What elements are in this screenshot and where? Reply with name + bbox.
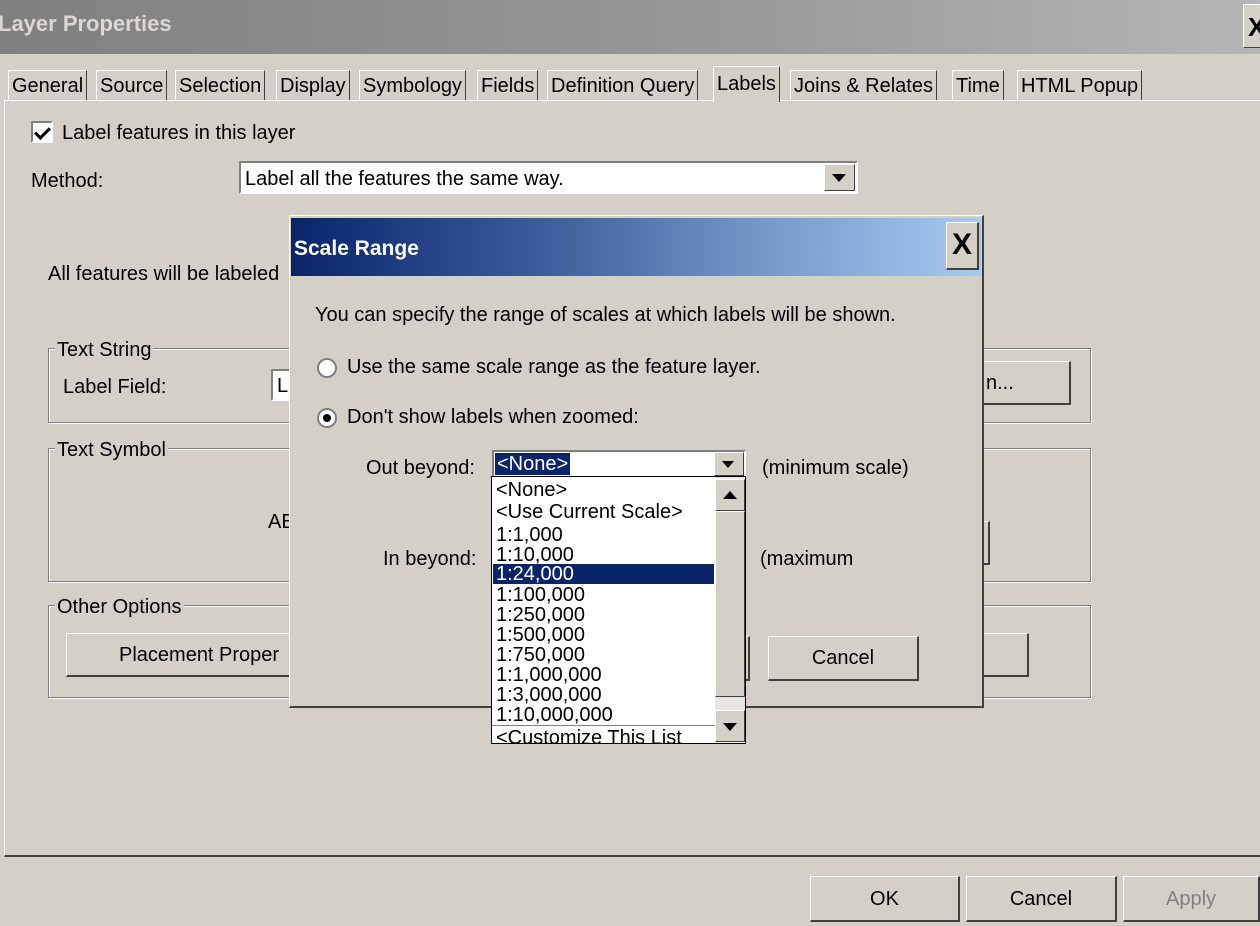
tab-source[interactable]: Source xyxy=(96,70,168,100)
same-scale-radio[interactable] xyxy=(317,358,337,378)
list-scrollbar[interactable] xyxy=(715,477,745,742)
list-item[interactable]: <None> xyxy=(496,480,567,500)
tab-joins-relates[interactable]: Joins & Relates xyxy=(790,70,937,100)
window-title: Layer Properties xyxy=(0,11,172,36)
label-features-label: Label features in this layer xyxy=(62,122,296,144)
tab-time[interactable]: Time xyxy=(952,70,1004,100)
all-features-text: All features will be labeled xyxy=(48,263,280,285)
list-item-selected[interactable]: 1:24,000 xyxy=(493,564,714,584)
tab-symbology[interactable]: Symbology xyxy=(359,70,466,100)
tab-labels[interactable]: Labels xyxy=(713,66,780,102)
chevron-down-icon xyxy=(723,723,737,731)
custom-scale-radio[interactable] xyxy=(317,408,337,428)
minimum-scale-label: (minimum scale) xyxy=(762,457,909,479)
list-item[interactable]: 1:500,000 xyxy=(496,625,585,645)
label-features-checkbox[interactable] xyxy=(31,121,53,143)
label-field-label: Label Field: xyxy=(63,376,167,398)
ok-button[interactable]: OK xyxy=(810,876,960,922)
custom-scale-label: Don't show labels when zoomed: xyxy=(347,406,639,428)
list-item[interactable]: 1:10,000,000 xyxy=(496,705,613,725)
tab-selection[interactable]: Selection xyxy=(175,70,266,100)
tab-general[interactable]: General xyxy=(8,70,88,100)
scroll-down-button[interactable] xyxy=(715,710,745,742)
method-dropdown-button[interactable] xyxy=(824,164,855,191)
apply-button[interactable]: Apply xyxy=(1123,876,1260,922)
chevron-down-icon xyxy=(722,461,734,468)
list-item[interactable]: 1:1,000,000 xyxy=(496,665,602,685)
method-select[interactable]: Label all the features the same way. xyxy=(239,161,858,194)
dialog-title-bar: Scale Range xyxy=(291,218,981,276)
dialog-cancel-button[interactable]: Cancel xyxy=(768,636,919,681)
text-string-group-label: Text String xyxy=(55,339,154,362)
list-item[interactable]: 1:1,000 xyxy=(496,525,563,545)
tab-display[interactable]: Display xyxy=(276,70,350,100)
tab-fields[interactable]: Fields xyxy=(477,70,539,100)
scroll-thumb[interactable] xyxy=(715,511,745,697)
other-options-group-label: Other Options xyxy=(55,596,184,619)
cancel-button[interactable]: Cancel xyxy=(966,876,1117,922)
out-beyond-value: <None> xyxy=(493,452,572,476)
tab-html-popup[interactable]: HTML Popup xyxy=(1017,70,1143,100)
list-divider xyxy=(492,725,745,726)
scale-dropdown-list[interactable]: <None> <Use Current Scale> 1:1,000 1:10,… xyxy=(491,476,746,744)
out-beyond-dropdown-button[interactable] xyxy=(714,452,744,476)
list-item[interactable]: <Use Current Scale> xyxy=(496,502,683,522)
out-beyond-select[interactable]: <None> xyxy=(492,450,746,478)
scroll-up-button[interactable] xyxy=(715,479,745,511)
placement-properties-button[interactable]: Placement Proper xyxy=(66,633,326,677)
dialog-description: You can specify the range of scales at w… xyxy=(315,304,896,326)
same-scale-label: Use the same scale range as the feature … xyxy=(347,356,761,378)
label-field-value: L xyxy=(277,375,289,397)
chevron-up-icon xyxy=(723,491,737,499)
list-item[interactable]: 1:10,000 xyxy=(496,545,574,565)
dialog-close-button[interactable]: X xyxy=(946,222,979,270)
window-close-button[interactable]: X xyxy=(1243,4,1260,48)
maximum-scale-label: (maximum xyxy=(760,548,854,570)
list-item[interactable]: 1:250,000 xyxy=(496,605,585,625)
list-item[interactable]: 1:100,000 xyxy=(496,585,585,605)
customize-list-item[interactable]: <Customize This List xyxy=(496,728,682,743)
list-item[interactable]: 1:3,000,000 xyxy=(496,685,602,705)
method-select-value: Label all the features the same way. xyxy=(245,168,564,190)
method-label: Method: xyxy=(31,170,104,192)
in-beyond-label: In beyond: xyxy=(383,548,477,570)
tab-definition-query[interactable]: Definition Query xyxy=(547,70,699,100)
dialog-title: Scale Range xyxy=(294,237,419,260)
text-symbol-group-label: Text Symbol xyxy=(55,439,168,462)
window-title-bar: Layer Properties X xyxy=(0,0,1260,54)
chevron-down-icon xyxy=(832,174,846,182)
list-item[interactable]: 1:750,000 xyxy=(496,645,585,665)
out-beyond-label: Out beyond: xyxy=(366,457,475,479)
